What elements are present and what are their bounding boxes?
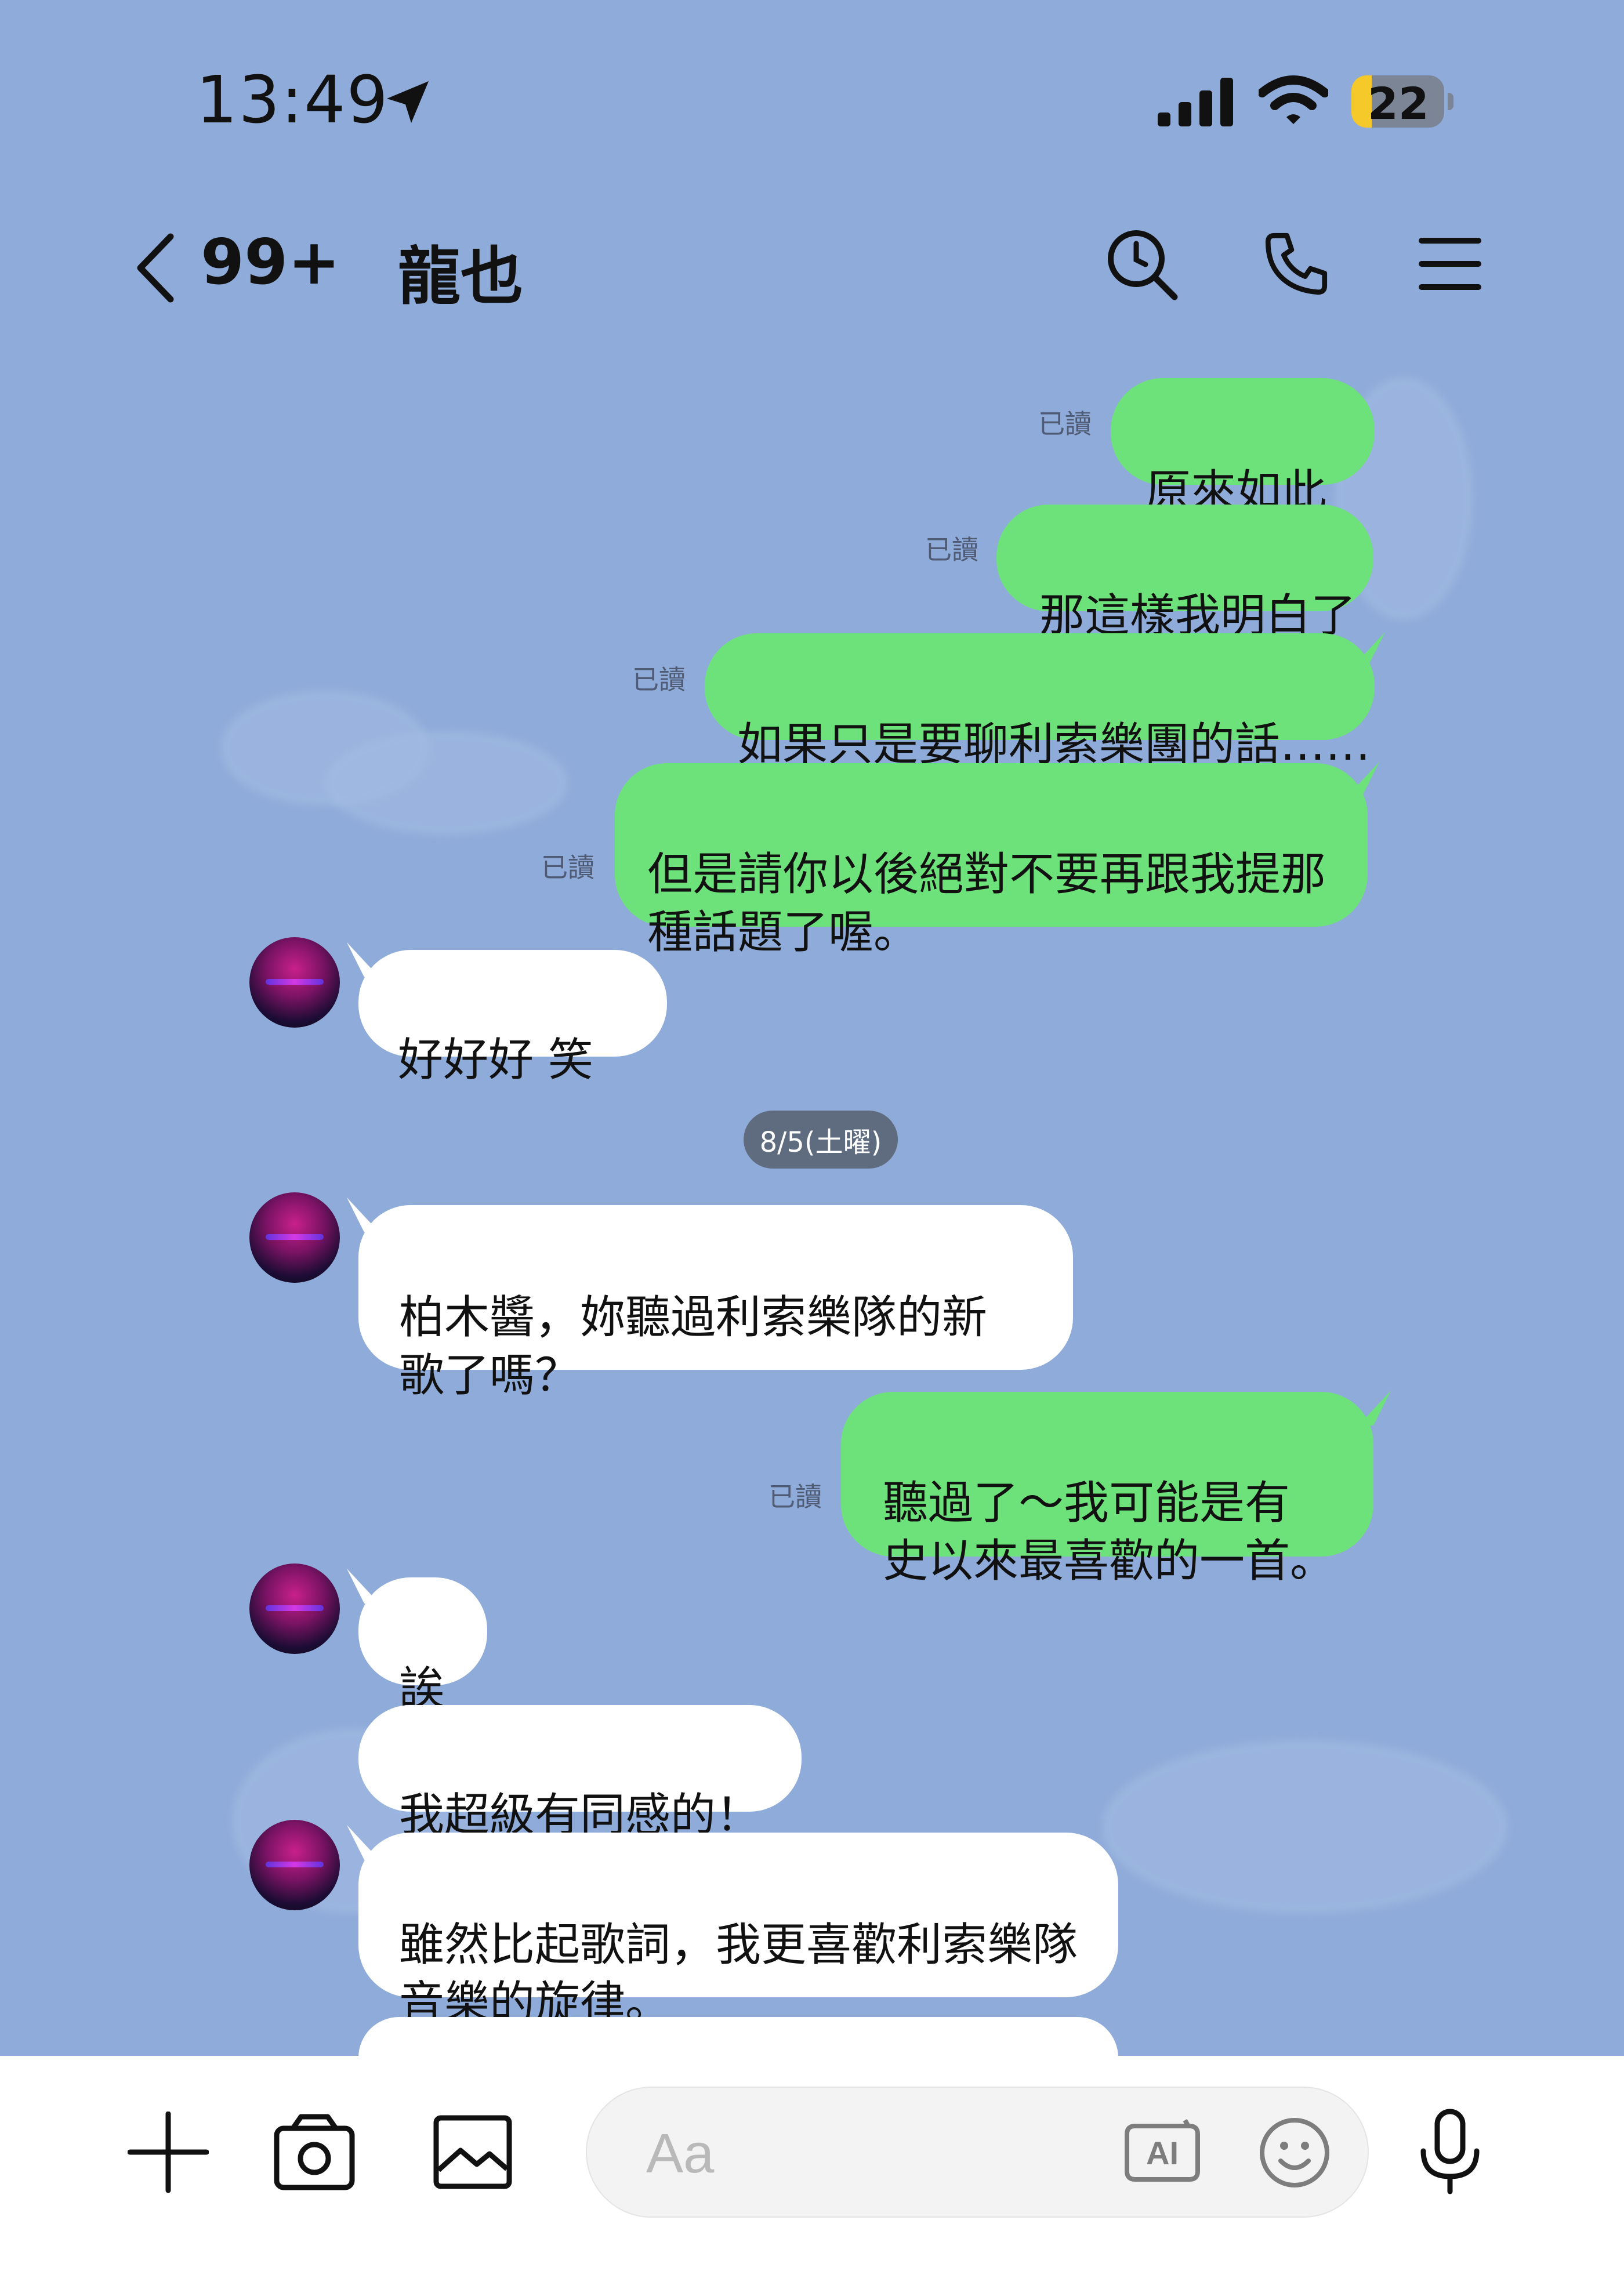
unread-count[interactable]: 99+	[201, 226, 340, 299]
read-receipt: 已讀	[541, 852, 594, 883]
contact-avatar[interactable]	[249, 1563, 340, 1654]
battery-level: 22	[1368, 78, 1429, 128]
message-bubble-outgoing[interactable]: 原來如此	[1111, 378, 1375, 518]
location-arrow-icon	[387, 81, 429, 123]
message-bubble-outgoing[interactable]: 那這樣我明白了	[996, 505, 1373, 642]
search-button[interactable]	[1101, 223, 1182, 304]
status-time: 13:49	[196, 63, 389, 138]
battery-cap	[1448, 93, 1453, 110]
message-bubble-incoming[interactable]: 雖然比起歌詞，我更喜歡利索樂隊 音樂的旋律。	[358, 1833, 1118, 2029]
bubble-tail	[1347, 762, 1379, 797]
svg-text:AI: AI	[1146, 2135, 1179, 2171]
message-text: 好好好 笑	[398, 1034, 593, 1086]
menu-button[interactable]	[1409, 223, 1491, 304]
message-bubble-outgoing[interactable]: 如果只是要聊利索樂團的話……	[705, 633, 1375, 771]
contact-avatar[interactable]	[249, 1192, 340, 1283]
message-bubble-outgoing[interactable]: 但是請你以後絕對不要再跟我提那 種話題了喔。	[615, 763, 1368, 959]
voice-button[interactable]	[1406, 2105, 1494, 2198]
read-receipt: 已讀	[1038, 408, 1092, 440]
bubble-tail	[1353, 632, 1385, 667]
microphone-icon	[1420, 2109, 1480, 2194]
image-icon	[433, 2115, 512, 2189]
message-bubble-incoming[interactable]: 好好好 笑	[358, 950, 667, 1086]
message-bubble-outgoing[interactable]: 聽過了～我可能是有 史以來最喜歡的一首。	[841, 1392, 1373, 1587]
message-bubble-incoming[interactable]: 誒	[358, 1577, 487, 1715]
menu-icon	[1419, 238, 1481, 290]
call-button[interactable]	[1256, 223, 1337, 304]
message-input[interactable]	[645, 2121, 1088, 2186]
ai-icon: AI	[1125, 2118, 1200, 2182]
camera-icon	[274, 2114, 355, 2190]
plus-icon	[128, 2112, 209, 2193]
contact-avatar[interactable]	[249, 1820, 340, 1910]
message-bubble-incoming[interactable]: 我超級有同感的！	[358, 1705, 802, 1841]
bubble-tail	[1358, 1391, 1391, 1425]
read-receipt: 已讀	[925, 534, 978, 565]
search-icon	[1108, 230, 1178, 300]
date-divider: 8/5(土曜)	[744, 1111, 898, 1169]
battery-icon: 22	[1351, 75, 1444, 128]
read-receipt: 已讀	[768, 1481, 822, 1512]
message-input-pill[interactable]: AI	[586, 2087, 1369, 2218]
camera-button[interactable]	[268, 2109, 361, 2196]
chat-background	[0, 0, 1624, 2056]
plus-button[interactable]	[122, 2109, 215, 2196]
message-text: 聽過了～我可能是有 史以來最喜歡的一首。	[883, 1477, 1336, 1587]
phone-icon	[1265, 233, 1328, 295]
emoji-button[interactable]	[1253, 2111, 1336, 2194]
signal-icon	[1158, 78, 1233, 126]
gallery-button[interactable]	[426, 2109, 519, 2196]
contact-avatar[interactable]	[249, 937, 340, 1028]
ai-button[interactable]: AI	[1118, 2111, 1205, 2194]
wifi-icon	[1259, 75, 1328, 124]
back-chevron-icon[interactable]	[132, 233, 179, 303]
emoji-icon	[1260, 2118, 1329, 2187]
chat-title: 龍也	[398, 241, 524, 313]
message-bubble-incoming[interactable]: 柏木醬，妳聽過利索樂隊的新 歌了嗎？	[358, 1205, 1073, 1402]
read-receipt: 已讀	[632, 664, 686, 695]
